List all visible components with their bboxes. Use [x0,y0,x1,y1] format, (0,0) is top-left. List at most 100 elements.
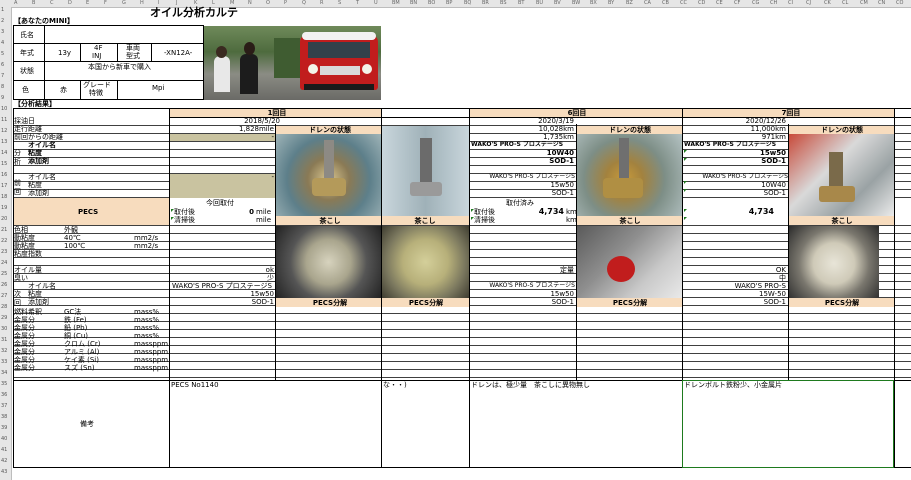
year-value[interactable]: 13y [58,49,78,57]
row-number[interactable]: 9 [1,95,4,101]
row-number[interactable]: 7 [1,73,4,79]
row-number[interactable]: 30 [1,326,7,332]
col7-prev-oil[interactable]: WAKO'S PRO-S プロステージS [684,173,788,181]
status-value[interactable]: 本国から新車で購入 [88,63,188,71]
col6-oil[interactable]: WAKO'S PRO-S プロステージS [471,141,575,149]
row-number[interactable]: 42 [1,458,7,464]
column-letter[interactable]: CM [860,0,868,6]
col1-next-oil[interactable]: WAKO'S PRO-S プロステージS [172,282,275,290]
row-number[interactable]: 21 [1,227,7,233]
grade-value[interactable]: Mpi [152,84,182,92]
col7-next-add[interactable]: SOD-1 [740,298,786,306]
col6-next-visc[interactable]: 15w50 [530,290,574,298]
col6-prev-oil[interactable]: WAKO'S PRO-S プロステージS [471,173,575,181]
col1-remarks[interactable]: PECS No1140 [171,381,271,389]
column-letter[interactable]: Q [302,0,306,6]
row-number[interactable]: 12 [1,128,7,134]
column-letter[interactable]: CA [644,0,651,6]
col6-pecs-attach-value[interactable]: 4,734 [530,208,564,216]
col6-prev-visc[interactable]: 15w50 [530,181,574,189]
column-letter[interactable]: G [122,0,126,6]
column-letter[interactable]: T [356,0,359,6]
col7-prev-visc[interactable]: 10W40 [740,181,786,189]
col7-pecs-attach-value[interactable]: 4,734 [740,208,774,216]
row-number[interactable]: 38 [1,414,7,420]
column-letter[interactable]: BY [608,0,614,6]
col6-next-oil[interactable]: WAKO'S PRO-S プロステージS [471,282,575,290]
col7-drain-photo[interactable] [789,134,894,216]
col7-next-visc[interactable]: 15W-50 [740,290,786,298]
column-letter[interactable]: CH [770,0,777,6]
col1-prev-oil[interactable]: - [260,173,274,181]
column-letter[interactable]: BR [482,0,489,6]
row-number[interactable]: 40 [1,436,7,442]
column-letter[interactable]: CJ [806,0,811,6]
col1-prev[interactable]: - [260,133,274,141]
row-number[interactable]: 20 [1,216,7,222]
column-letter[interactable]: BS [500,0,507,6]
column-letter[interactable]: F [104,0,107,6]
col2-remarks[interactable]: な・・) [383,381,463,389]
row-number[interactable]: 32 [1,348,7,354]
col7-add[interactable]: SOD-1 [740,157,786,165]
selected-cell-outline[interactable] [682,380,894,468]
column-letter[interactable]: U [374,0,378,6]
col1-next-add[interactable]: SOD-1 [240,298,274,306]
row-number[interactable]: 26 [1,282,7,288]
col6-visc[interactable]: 10W40 [530,149,574,157]
col6-remarks[interactable]: ドレンは、極少量 茶こしに異物無し [471,381,671,389]
col7-mileage[interactable]: 11,000km [730,125,786,133]
col6-date[interactable]: 2020/3/19 [526,117,574,125]
column-letter[interactable]: CL [842,0,848,6]
row-number[interactable]: 1 [1,7,4,13]
column-letter[interactable]: BO [428,0,435,6]
col1-header[interactable]: 1回目 [262,109,292,117]
column-letter[interactable]: S [338,0,341,6]
column-letter[interactable]: P [284,0,287,6]
column-letter[interactable]: E [86,0,89,6]
column-letter[interactable]: CE [716,0,723,6]
col1-pecs-attach-value[interactable]: 0 [232,208,254,216]
row-number[interactable]: 28 [1,304,7,310]
row-number[interactable]: 8 [1,84,4,90]
col7-date[interactable]: 2020/12/26 [730,117,786,125]
col2-drain-photo[interactable] [382,126,469,216]
col6-mileage[interactable]: 10,028km [520,125,574,133]
col7-header[interactable]: 7回目 [776,109,806,117]
engine-value-bottom[interactable]: INJ [92,52,112,60]
row-number[interactable]: 36 [1,392,7,398]
row-number[interactable]: 31 [1,337,7,343]
col1-next-visc[interactable]: 15w50 [240,290,274,298]
col6-qty[interactable]: 定量 [540,266,574,274]
row-number[interactable]: 17 [1,183,7,189]
row-number[interactable]: 11 [1,117,7,123]
col7-next-oil[interactable]: WAKO'S PRO-S [730,282,786,290]
row-number[interactable]: 14 [1,150,7,156]
col6-prev-add[interactable]: SOD-1 [530,189,574,197]
column-letter[interactable]: C [50,0,54,6]
row-number[interactable]: 5 [1,51,4,57]
row-number[interactable]: 4 [1,40,4,46]
column-letter[interactable]: CI [788,0,793,6]
column-letter[interactable]: BQ [464,0,471,6]
col7-qty[interactable]: OK [750,266,786,274]
row-number[interactable]: 35 [1,381,7,387]
col6-drain-photo[interactable] [577,134,682,216]
row-number[interactable]: 41 [1,447,7,453]
column-letter[interactable]: B [32,0,35,6]
row-number[interactable]: 29 [1,315,7,321]
color-value[interactable]: 赤 [60,86,76,94]
name-value[interactable] [46,27,196,41]
col6-add[interactable]: SOD-1 [530,157,574,165]
row-number[interactable]: 39 [1,425,7,431]
col6-prev[interactable]: 1,735km [520,133,574,141]
column-letter[interactable]: R [320,0,323,6]
column-letter[interactable]: CN [878,0,885,6]
column-letter[interactable]: BT [518,0,524,6]
column-letter[interactable]: BX [590,0,597,6]
col6-next-add[interactable]: SOD-1 [530,298,574,306]
row-number[interactable]: 19 [1,205,7,211]
type-value[interactable]: -XN12A- [164,49,202,57]
column-letter[interactable]: CO [896,0,903,6]
column-letter[interactable]: CB [662,0,669,6]
